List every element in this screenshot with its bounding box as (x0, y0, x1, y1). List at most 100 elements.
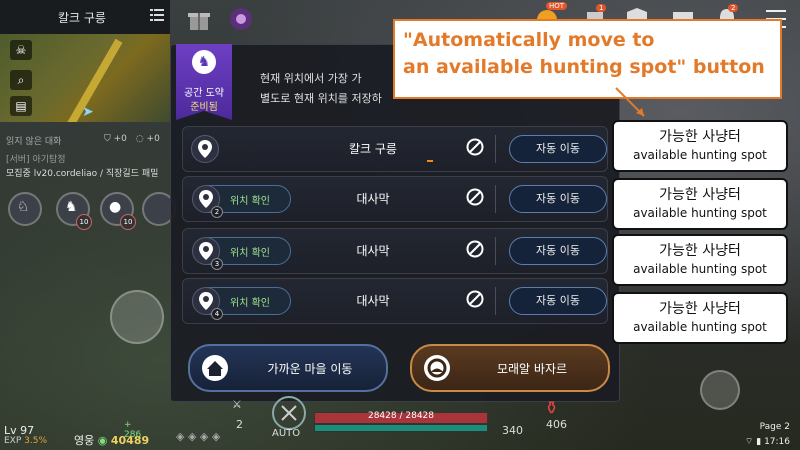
divider (495, 185, 496, 213)
location-row-4: 4 위치 확인 대사막 자동 이동 (182, 278, 608, 324)
location-name: 대사막 (356, 244, 390, 258)
hint-english: available hunting spot (633, 320, 767, 334)
auto-move-button[interactable]: 자동 이동 (509, 185, 607, 213)
guild-emblem-icon[interactable] (228, 6, 254, 32)
dialog-description: 별도로 현재 위치를 저장하 (260, 92, 382, 105)
clock: ⌔ ▮ 17:16 (745, 436, 790, 447)
move-joystick[interactable] (110, 290, 164, 344)
slot-number: 2 (211, 206, 223, 218)
divider (495, 287, 496, 315)
hunting-spot-hint: 가능한 사냥터 available hunting spot (612, 178, 788, 230)
pet-icon: ♞ (65, 199, 78, 215)
pet-slot[interactable]: ♞ 10 (56, 192, 92, 230)
exp-label: EXP (4, 436, 22, 446)
callout-line-2: an available hunting spot" button (403, 56, 765, 78)
bookmark-icon[interactable]: ▤ (10, 96, 32, 116)
hint-english: available hunting spot (633, 148, 767, 162)
location-pin-icon: 4 (192, 287, 223, 320)
exp-readout: EXP 3.5% (4, 436, 47, 446)
bazaar-icon (424, 355, 450, 381)
crossed-swords-icon[interactable]: ⚔ (232, 398, 242, 411)
region-name: 칼크 구릉 (58, 11, 106, 25)
location-row-2: 2 위치 확인 대사막 자동 이동 (182, 176, 608, 222)
auto-battle-icon[interactable] (272, 396, 306, 430)
hint-english: available hunting spot (633, 262, 767, 276)
location-row-1: 칼크 구릉 자동 이동 (182, 126, 608, 172)
chat-message: 모집중 lv20.cordeliao / 직장길드 패밀 (6, 169, 159, 179)
chat-stats: ⛉ +0 ◌ +0 (104, 134, 160, 144)
divider (495, 135, 496, 163)
shield-icon: ⛉ (104, 134, 111, 144)
flag-title: 공간 도약 (184, 88, 224, 99)
bazaar-label: 모래알 바자르 (496, 362, 568, 376)
location-name: 대사막 (356, 192, 390, 206)
honor-readout: 영웅 + 286 ◉ 40489 (74, 420, 149, 448)
unread-chat-label[interactable]: 읽지 않은 대화 (6, 134, 61, 147)
callout-line-1: "Automatically move to (403, 29, 655, 51)
delete-icon[interactable] (466, 240, 484, 258)
hint-korean: 가능한 사냥터 (659, 129, 741, 145)
player-position-icon: ➤ (82, 104, 94, 120)
minimap[interactable]: ☠ ⌕ ▤ ➤ (0, 34, 170, 122)
weapon-count: 2 (236, 418, 243, 431)
hunting-spot-hint: 가능한 사냥터 available hunting spot (612, 120, 788, 172)
check-location-label: 위치 확인 (230, 196, 270, 207)
chat-message: [서버] 아기탐정 (6, 155, 66, 165)
flag-status: 준비됨 (190, 102, 218, 113)
wifi-icon: ⌔ (744, 437, 754, 447)
hint-english: available hunting spot (633, 206, 767, 220)
chat-stat-1: +0 (113, 134, 127, 144)
honor-label: 영웅 (74, 434, 95, 447)
hint-korean: 가능한 사냥터 (659, 243, 741, 259)
check-location-button[interactable]: 4 위치 확인 (192, 287, 291, 320)
location-pin-icon: 3 (192, 237, 223, 270)
auto-move-button[interactable]: 자동 이동 (509, 237, 607, 265)
check-location-button[interactable]: 2 위치 확인 (192, 185, 291, 218)
boss-skull-icon[interactable]: ☠ (10, 40, 32, 60)
pet-slot[interactable]: ♘ (8, 192, 42, 226)
location-pin-icon: 2 (192, 185, 223, 218)
delete-icon[interactable] (466, 290, 484, 308)
pet-slot[interactable]: ● 10 (100, 192, 136, 230)
potion-icon[interactable]: ⚱ (544, 398, 559, 419)
potion-count: 340 (502, 424, 523, 437)
location-row-3: 3 위치 확인 대사막 자동 이동 (182, 228, 608, 274)
region-bar: 칼크 구릉 (0, 0, 170, 34)
page-indicator: Page 2 (759, 422, 790, 432)
space-leap-flag: ♞ 공간 도약 준비됨 (176, 44, 232, 120)
check-location-label: 위치 확인 (230, 298, 270, 309)
hp-text: 28428 / 28428 (367, 411, 434, 421)
bazaar-button[interactable]: 모래알 바자르 (410, 344, 610, 392)
house-icon (202, 355, 228, 381)
pet-level-badge: 10 (120, 214, 136, 230)
minimap-road (65, 38, 123, 122)
action-button[interactable] (700, 370, 740, 410)
auto-move-button[interactable]: 자동 이동 (509, 287, 607, 315)
list-menu-icon[interactable] (150, 9, 164, 21)
map-search-icon[interactable]: ⌕ (10, 70, 32, 90)
delete-icon[interactable] (466, 138, 484, 156)
hp-bar: 28428 / 28428 (314, 411, 488, 424)
honor-gain: + 286 (124, 420, 142, 440)
annotation-arrow (615, 87, 645, 117)
check-location-button[interactable]: 3 위치 확인 (192, 237, 291, 270)
pet-icon: ♘ (17, 199, 30, 215)
hint-korean: 가능한 사냥터 (659, 187, 741, 203)
dialog-description: 현재 위치에서 가장 가 (260, 72, 362, 85)
mp-bar (314, 424, 488, 432)
auto-label[interactable]: AUTO (272, 428, 300, 439)
location-pin-icon (191, 135, 219, 163)
divider (495, 237, 496, 265)
hunting-spot-hint: 가능한 사냥터 available hunting spot (612, 292, 788, 344)
auto-move-button[interactable]: 자동 이동 (509, 135, 607, 163)
annotation-callout: "Automatically move to an available hunt… (393, 19, 782, 99)
location-name: 대사막 (356, 294, 390, 308)
nearby-village-button[interactable]: 가까운 마을 이동 (188, 344, 388, 392)
check-location-label: 위치 확인 (230, 248, 270, 259)
gift-icon[interactable] (186, 6, 212, 32)
location-name: 칼크 구릉 (349, 142, 397, 156)
chat-bubble-icon: ◌ (135, 134, 144, 144)
delete-icon[interactable] (466, 188, 484, 206)
horse-head-icon: ♞ (192, 50, 216, 74)
buff-icons[interactable]: ◈ ◈ ◈ ◈ (176, 430, 220, 443)
